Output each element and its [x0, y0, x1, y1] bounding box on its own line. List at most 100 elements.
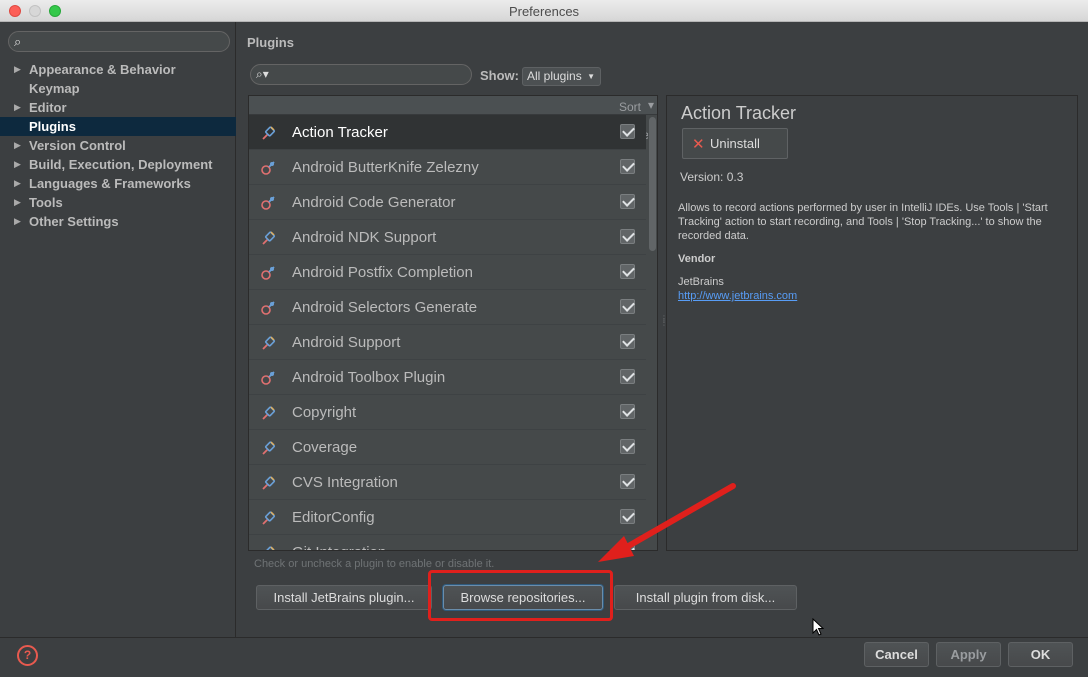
expand-arrow-icon[interactable]: ▶	[14, 193, 21, 212]
plugin-name: Git Integration	[292, 544, 386, 550]
plugin-name: Android Selectors Generate	[292, 299, 478, 316]
expand-arrow-icon[interactable]: ▶	[14, 60, 21, 79]
mouse-cursor-icon	[812, 618, 824, 636]
page-title: Plugins	[247, 35, 294, 50]
plugin-enabled-checkbox[interactable]	[620, 264, 635, 279]
search-options-icon[interactable]: ⌕▾	[256, 67, 269, 82]
plugin-plug-icon	[262, 476, 275, 490]
plugin-detail-title: Action Tracker	[681, 103, 797, 123]
plugin-enabled-checkbox[interactable]	[620, 229, 635, 244]
sidebar-item-other-settings[interactable]: ▶ Other Settings	[0, 212, 236, 231]
cancel-button[interactable]: Cancel	[864, 642, 929, 667]
plugin-row[interactable]: Android Support	[249, 325, 646, 360]
plugin-row[interactable]: Android ButterKnife Zelezny	[249, 150, 646, 185]
plugin-name: Android NDK Support	[292, 229, 437, 246]
expand-arrow-icon[interactable]: ▶	[14, 155, 21, 174]
chevron-down-icon: ▼	[587, 72, 595, 81]
plugin-puzzle-icon	[261, 301, 275, 315]
plugin-puzzle-icon	[261, 266, 275, 280]
search-icon: ⌕	[14, 34, 22, 49]
show-filter-select[interactable]: All plugins ▼	[522, 67, 601, 86]
title-bar: Preferences	[0, 0, 1088, 22]
plugin-search-input[interactable]: ⌕▾	[250, 64, 472, 85]
plugin-plug-icon	[262, 441, 275, 455]
plugin-row[interactable]: Android Code Generator	[249, 185, 646, 220]
uninstall-button[interactable]: ✕ Uninstall	[682, 128, 788, 159]
vendor-heading: Vendor	[678, 253, 716, 265]
sidebar-item-keymap[interactable]: Keymap	[0, 79, 236, 98]
plugin-row[interactable]: Android Selectors Generate	[249, 290, 646, 325]
sidebar-item-tools[interactable]: ▶ Tools	[0, 193, 236, 212]
plugin-row[interactable]: Git Integration	[249, 535, 646, 550]
plugin-enabled-checkbox[interactable]	[620, 159, 635, 174]
scrollbar-thumb[interactable]	[649, 117, 656, 251]
ok-button[interactable]: OK	[1008, 642, 1073, 667]
plugin-row[interactable]: Coverage	[249, 430, 646, 465]
plugin-name: Action Tracker	[292, 124, 388, 141]
plugin-rows: Action Tracker Android ButterKnife Zelezn…	[249, 115, 646, 550]
plugin-name: Coverage	[292, 439, 358, 456]
expand-arrow-icon[interactable]: ▶	[14, 212, 21, 231]
plugin-puzzle-icon	[261, 161, 275, 175]
sidebar-item-languages-frameworks[interactable]: ▶ Languages & Frameworks	[0, 174, 236, 193]
plugin-enabled-checkbox[interactable]	[620, 124, 635, 139]
sidebar-item-plugins[interactable]: Plugins	[0, 117, 236, 136]
plugin-row[interactable]: EditorConfig	[249, 500, 646, 535]
plugin-enabled-checkbox[interactable]	[620, 334, 635, 349]
plugin-row[interactable]: CVS Integration	[249, 465, 646, 500]
sidebar-item-build-execution-deployment[interactable]: ▶ Build, Execution, Deployment	[0, 155, 236, 174]
sort-header[interactable]: Sort by: name ▾	[249, 96, 657, 142]
settings-sidebar: ⌕ ▶ Appearance & Behavior Keymap ▶ Editor …	[0, 22, 236, 637]
sort-by-label[interactable]: Sort by: name ▾	[619, 98, 654, 142]
plugin-name: CVS Integration	[292, 474, 398, 491]
plugin-plug-icon	[262, 336, 275, 350]
plugin-row[interactable]: Copyright	[249, 395, 646, 430]
close-icon: ✕	[692, 136, 705, 153]
show-label: Show:	[480, 68, 519, 83]
settings-tree: ▶ Appearance & Behavior Keymap ▶ Editor Pl…	[0, 60, 236, 231]
help-icon[interactable]: ?	[17, 645, 38, 666]
plugin-puzzle-icon	[261, 371, 275, 385]
plugin-row[interactable]: Action Tracker	[249, 115, 646, 150]
plugin-description: Allows to record actions performed by us…	[678, 202, 1048, 242]
vendor-name: JetBrains	[678, 276, 724, 288]
plugin-enabled-checkbox[interactable]	[620, 439, 635, 454]
install-plugin-from-disk-button[interactable]: Install plugin from disk...	[614, 585, 797, 610]
install-jetbrains-plugin-button[interactable]: Install JetBrains plugin...	[256, 585, 432, 610]
plugin-name: Copyright	[292, 404, 357, 421]
plugin-plug-icon	[265, 546, 275, 550]
plugin-version: Version: 0.3	[680, 170, 744, 184]
plugin-enabled-checkbox[interactable]	[620, 299, 635, 314]
splitter-handle[interactable]: ⋮ ⋮	[660, 315, 668, 329]
expand-arrow-icon[interactable]: ▶	[14, 174, 21, 193]
plugin-enabled-checkbox[interactable]	[620, 404, 635, 419]
plugin-plug-icon	[262, 406, 275, 420]
plugin-name: EditorConfig	[292, 509, 375, 526]
sidebar-item-editor[interactable]: ▶ Editor	[0, 98, 236, 117]
plugin-name: Android Toolbox Plugin	[292, 369, 446, 386]
plugin-plug-icon	[262, 231, 275, 245]
dialog-footer: ? Cancel Apply OK	[0, 637, 1088, 677]
expand-arrow-icon[interactable]: ▶	[14, 136, 21, 155]
plugin-name: Android Support	[292, 334, 401, 351]
annotation-highlight-box	[428, 570, 613, 621]
plugin-row[interactable]: Android Postfix Completion	[249, 255, 646, 290]
plugin-enabled-checkbox[interactable]	[620, 369, 635, 384]
annotation-arrow	[598, 483, 736, 562]
list-hint: Check or uncheck a plugin to enable or d…	[254, 558, 495, 570]
plugin-enabled-checkbox[interactable]	[620, 194, 635, 209]
expand-arrow-icon[interactable]: ▶	[14, 98, 21, 117]
plugin-plug-icon	[262, 126, 275, 140]
vendor-link[interactable]: http://www.jetbrains.com	[678, 290, 797, 302]
apply-button[interactable]: Apply	[936, 642, 1001, 667]
window-title: Preferences	[508, 4, 580, 19]
show-filter-value: All plugins	[527, 69, 582, 83]
plugin-name: Android Postfix Completion	[292, 264, 473, 281]
plugin-row[interactable]: Android Toolbox Plugin	[249, 360, 646, 395]
sidebar-item-appearance-behavior[interactable]: ▶ Appearance & Behavior	[0, 60, 236, 79]
settings-search-input[interactable]: ⌕	[8, 31, 230, 52]
plugin-name: Android Code Generator	[292, 194, 456, 211]
plugin-row[interactable]: Android NDK Support	[249, 220, 646, 255]
plugin-plug-icon	[262, 511, 275, 525]
sidebar-item-version-control[interactable]: ▶ Version Control	[0, 136, 236, 155]
